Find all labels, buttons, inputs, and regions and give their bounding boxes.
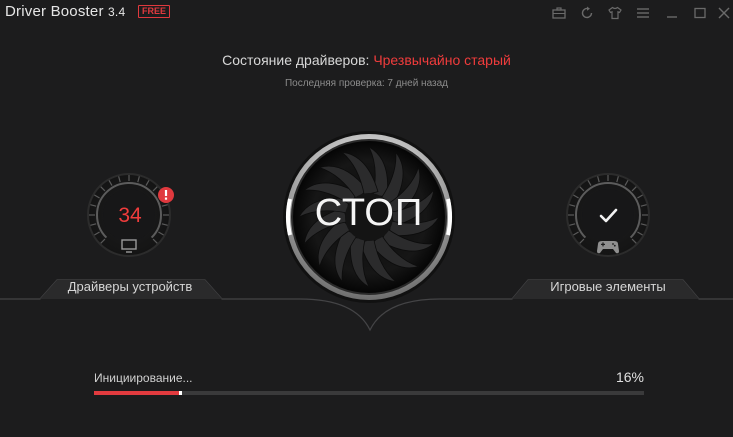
game-components-tab[interactable]: Игровые элементы — [518, 279, 698, 294]
stop-button[interactable]: СТОП — [289, 192, 449, 235]
progress-bar-tip — [179, 391, 182, 395]
outdated-driver-count: 34 — [118, 204, 142, 227]
progress-bar-fill — [94, 391, 182, 395]
progress-percent: 16% — [615, 369, 644, 385]
progress-bar — [94, 391, 644, 395]
exclamation-icon — [158, 187, 174, 203]
progress-label: Инициирование... — [94, 371, 193, 385]
device-drivers-tab[interactable]: Драйверы устройств — [40, 279, 220, 294]
